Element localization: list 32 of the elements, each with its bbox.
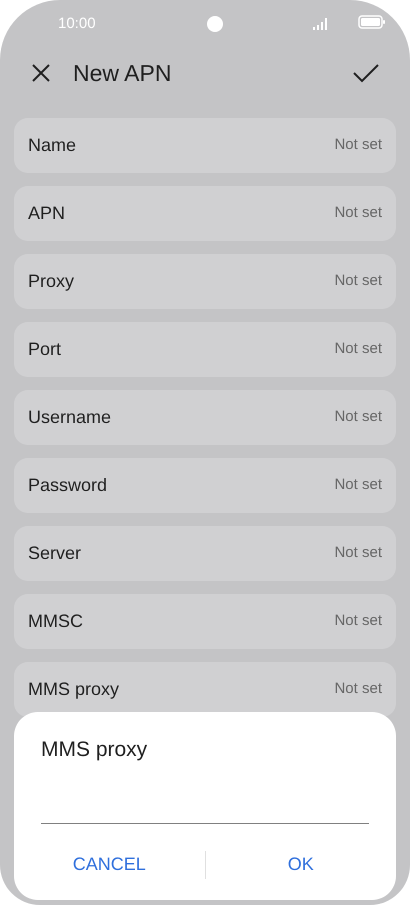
setting-row[interactable]: Server Not set xyxy=(14,526,396,581)
setting-row[interactable]: MMSC Not set xyxy=(14,594,396,649)
setting-label: Proxy xyxy=(28,270,74,293)
setting-value: Not set xyxy=(334,679,382,700)
setting-label: Name xyxy=(28,134,76,157)
setting-value: Not set xyxy=(334,407,382,428)
setting-row[interactable]: MMS proxy Not set xyxy=(14,662,396,717)
setting-row[interactable]: Password Not set xyxy=(14,458,396,513)
setting-row[interactable]: Username Not set xyxy=(14,390,396,445)
setting-label: Port xyxy=(28,338,62,361)
setting-row[interactable]: APN Not set xyxy=(14,186,396,241)
setting-row[interactable]: Name Not set xyxy=(14,118,396,173)
status-time: 10:00 xyxy=(58,14,96,34)
setting-value: Not set xyxy=(334,543,382,564)
setting-label: Username xyxy=(28,406,112,429)
setting-value: Not set xyxy=(334,203,382,224)
setting-label: Server xyxy=(28,542,82,565)
setting-label: Password xyxy=(28,474,108,497)
screen-title: New APN xyxy=(73,58,172,88)
setting-value: Not set xyxy=(334,271,382,292)
dialog-button[interactable]: OK xyxy=(206,838,396,892)
setting-value: Not set xyxy=(334,135,382,156)
setting-value: Not set xyxy=(334,475,382,496)
dialog-button[interactable]: CANCEL xyxy=(14,838,204,892)
setting-label: MMSC xyxy=(28,610,83,633)
setting-label: APN xyxy=(28,202,66,225)
setting-label: MMS proxy xyxy=(28,678,120,701)
setting-value: Not set xyxy=(334,339,382,360)
setting-value: Not set xyxy=(334,611,382,632)
setting-row[interactable]: Port Not set xyxy=(14,322,396,377)
dialog-title: MMS proxy xyxy=(41,737,148,763)
setting-row[interactable]: Proxy Not set xyxy=(14,254,396,309)
